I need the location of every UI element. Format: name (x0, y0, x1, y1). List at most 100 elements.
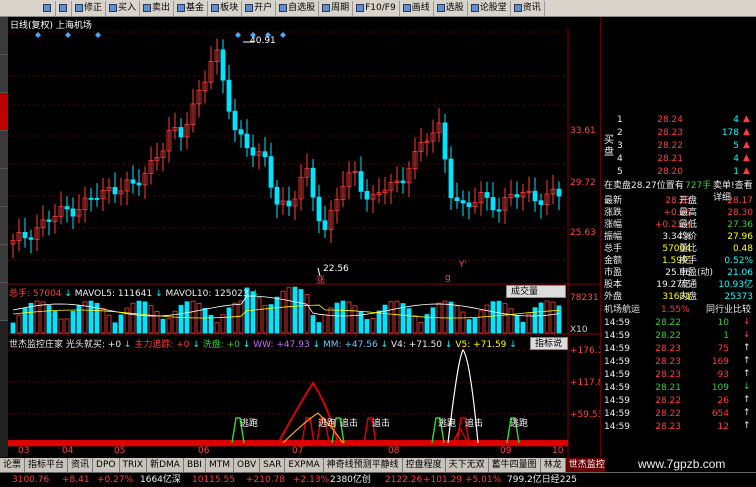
cell: 27.96 (727, 232, 753, 242)
indicator-tab-15[interactable]: 林龙 (541, 458, 566, 472)
volume-header: 总手: 57004 ↓ MAVOL5: 111641 ↓ MAVOL10: 12… (9, 289, 260, 299)
candle-body (556, 188, 562, 197)
indicator-tab-4[interactable]: TRIX (120, 458, 148, 472)
toolbar-item-1[interactable] (56, 0, 72, 16)
toolbar-item-6[interactable]: 板块 (208, 0, 243, 16)
chart-area[interactable] (8, 28, 600, 458)
indicator-tab-6[interactable]: BBI (184, 458, 206, 472)
toolbar-item-label: 卖出 (152, 2, 171, 13)
volume-bar (460, 311, 466, 334)
left-tab-0[interactable] (0, 17, 8, 55)
cell: 27.36 (727, 220, 753, 230)
down-arrow-icon: ↓ (743, 330, 751, 340)
volume-bar (130, 302, 136, 334)
candle-body (274, 186, 280, 205)
month-label: 03 (18, 446, 30, 456)
toolbar-icon (470, 4, 479, 12)
toolbar-item-2[interactable]: 修正 (72, 0, 107, 16)
indicator-mm: MM: +47.56 (322, 340, 378, 350)
volume-bar (148, 305, 154, 334)
indicator-tick-3: +59.53 (570, 410, 604, 420)
order-info-line: 在卖盘28.27位置有 727手 卖单!查看详细 (601, 180, 756, 203)
cy-pct: +5.01% (465, 475, 502, 485)
toolbar-item-label: 开户 (254, 2, 273, 13)
cell: 流通 (679, 280, 698, 290)
candle-body (496, 209, 502, 212)
toolbar-item-0[interactable] (40, 0, 56, 16)
volume-bar (544, 300, 550, 334)
indicator-v4: V4: +71.50 (390, 340, 443, 350)
candle-body (316, 196, 322, 222)
volume-bar (454, 305, 460, 334)
indicator-tab-13[interactable]: 天下无双 (446, 458, 489, 472)
indicator-header: 世杰监控庄家 光头就买: +0 ↓ 主力追踪: +0 ↓ 洗盘: +0 ↓ WW… (9, 340, 517, 350)
indicator-tab-9[interactable]: SAR (260, 458, 286, 472)
indicator-tab-1[interactable]: 指标平台 (25, 458, 69, 472)
quote-panel: 买盘 1 28.24 4 2 28.23 178 3 28.22 5 4 28.21 4 5 28.20 1 ▲… (600, 17, 756, 457)
toolbar-item-7[interactable]: 开户 (242, 0, 277, 16)
toolbar-item-8[interactable]: 自选股 (276, 0, 320, 16)
cy-change: +101.29 (423, 475, 463, 485)
toolbar-item-14[interactable]: 资讯 (511, 0, 545, 16)
down-arrow-icon: ↓ (743, 317, 751, 327)
toolbar-item-4[interactable]: 卖出 (140, 0, 175, 16)
candle-body (484, 192, 490, 198)
toolbar-icon (75, 4, 83, 12)
toolbar-item-12[interactable]: 选股 (434, 0, 468, 16)
cell: 28.23 (657, 128, 683, 138)
toolbar: 修正 买入 卖出 基金 板块 开户 自选股 周期 F10/F9 画线 选股 论股堂 资讯 (0, 0, 756, 17)
left-tab-3[interactable] (0, 131, 8, 169)
volume-bar (376, 310, 382, 334)
left-tab-1[interactable] (0, 55, 8, 93)
indicator-tab-10[interactable]: EXPMA (285, 458, 324, 472)
indicator-tab-11[interactable]: 神奇线预测平静线 (324, 458, 403, 472)
left-tab-6[interactable] (0, 245, 8, 283)
toolbar-icon (43, 4, 51, 12)
left-tab-4[interactable] (0, 169, 8, 207)
left-tab-5[interactable] (0, 207, 8, 245)
month-label: 10 (552, 446, 564, 456)
volume-indicator-button[interactable]: 成交量 (506, 285, 566, 298)
toolbar-item-11[interactable]: 画线 (400, 0, 434, 16)
volume-bar (142, 301, 148, 334)
volume-bar (280, 290, 286, 334)
indicator-tab-5[interactable]: 新DMA (147, 458, 184, 472)
candle-body (244, 133, 250, 149)
candle-body (268, 156, 274, 188)
indicator-tab-2[interactable]: 资讯 (68, 458, 94, 472)
signal-spike (301, 417, 315, 444)
candle-body (232, 110, 238, 131)
indicator-tab-0[interactable]: 论票 (0, 458, 26, 472)
cell: 最新 (604, 196, 623, 206)
indicator-tab-12[interactable]: 控盘程度 (403, 458, 446, 472)
indicator-tab-14[interactable]: 蓄牛四量图 (489, 458, 541, 472)
indicator-help-button[interactable]: 指标说明 (530, 337, 568, 361)
indicator-tab-8[interactable]: OBV (234, 458, 261, 472)
mavol5: MAVOL5: 111641 (74, 289, 153, 299)
candle-body (448, 158, 454, 199)
toolbar-item-3[interactable]: 买入 (106, 0, 141, 16)
indicator-tab-16[interactable]: 世杰监控庄家 (565, 458, 605, 472)
volume-bar (514, 315, 520, 334)
volume-bar (292, 286, 298, 334)
up-arrow-icon: ↑ (743, 395, 751, 405)
toolbar-item-9[interactable]: 周期 (319, 0, 354, 16)
up-arrow-icon: ▲ (743, 166, 750, 176)
cell: 14:59 (604, 409, 630, 419)
cell: 股本 (604, 280, 623, 290)
volume-tick-1: 78231 (570, 293, 599, 303)
toolbar-item-5[interactable]: 基金 (174, 0, 209, 16)
cell: 量比 (679, 244, 698, 254)
volume-bar (478, 310, 484, 334)
volume-bar (418, 322, 424, 334)
buy-level-4: 4 28.21 4 (601, 153, 756, 165)
left-tab-2[interactable] (0, 93, 8, 131)
indicator-tab-7[interactable]: MTM (206, 458, 234, 472)
toolbar-item-10[interactable]: F10/F9 (353, 0, 400, 16)
cell: 109 (711, 383, 729, 393)
left-tab-7[interactable] (0, 283, 8, 321)
toolbar-item-13[interactable]: 论股堂 (468, 0, 511, 16)
volume-bar (124, 307, 130, 334)
indicator-v5: V5: +71.59 (455, 340, 507, 350)
indicator-tab-3[interactable]: DPO (93, 458, 120, 472)
